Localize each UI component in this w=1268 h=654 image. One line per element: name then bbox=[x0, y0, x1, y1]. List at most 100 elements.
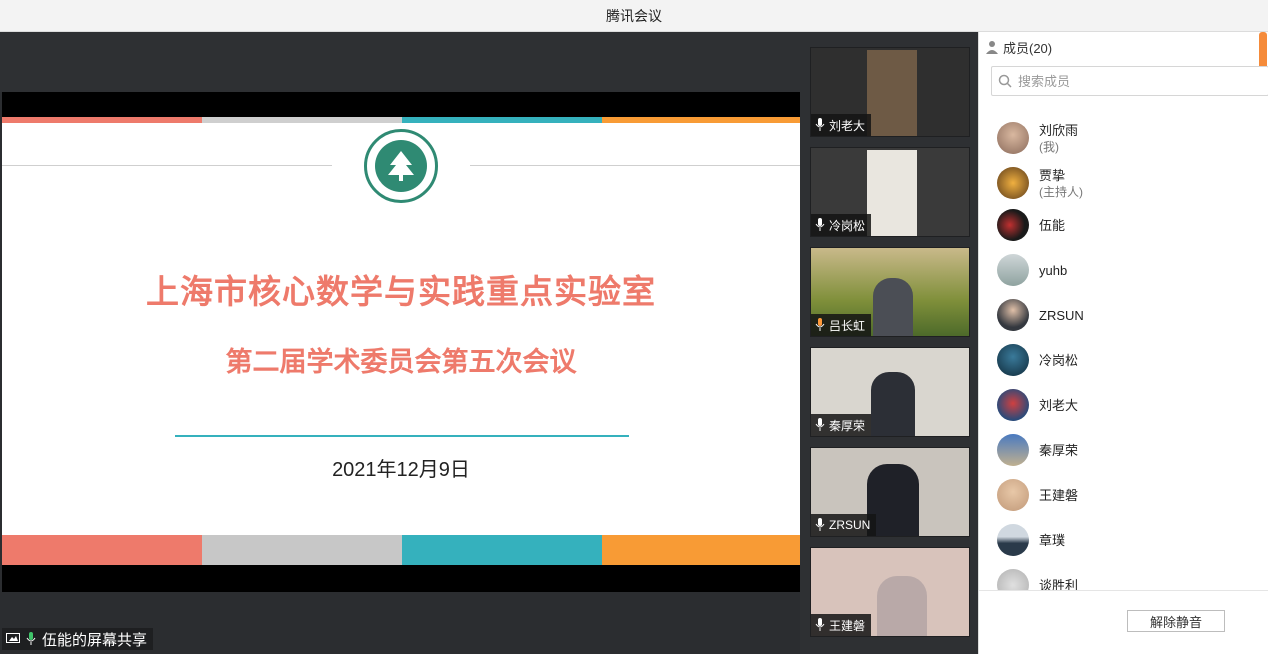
participant-video bbox=[871, 372, 915, 436]
video-name: 刘老大 bbox=[829, 118, 866, 133]
mic-icon bbox=[24, 632, 38, 646]
video-name: 王建磐 bbox=[829, 618, 866, 633]
list-item[interactable]: 秦厚荣 bbox=[997, 430, 1078, 470]
video-name-tag: 刘老大 bbox=[811, 114, 872, 136]
screen-share-text: 伍能的屏幕共享 bbox=[42, 631, 148, 649]
avatar bbox=[997, 299, 1029, 331]
member-name: 王建磐 bbox=[1039, 487, 1079, 503]
list-item[interactable]: ZRSUN bbox=[997, 295, 1084, 335]
mic-icon bbox=[815, 218, 825, 231]
window-title: 腾讯会议 bbox=[606, 7, 662, 24]
video-name-tag: 冷岗松 bbox=[811, 214, 872, 236]
slide-top-bar-gray bbox=[202, 117, 402, 123]
screen-share-icon bbox=[6, 632, 20, 646]
screen-share-label: 伍能的屏幕共享 bbox=[2, 628, 154, 650]
slide-bottom-bar-orange bbox=[602, 535, 800, 565]
member-search-box[interactable] bbox=[991, 66, 1268, 96]
avatar bbox=[997, 254, 1029, 286]
meeting-window: 腾讯会议 上海市核心数学与实践重点实验室 第二届学术委员会第五次会议 2021年… bbox=[0, 0, 1268, 654]
slide-top-bar-teal bbox=[402, 117, 602, 123]
slide-bottom-bar-gray bbox=[202, 535, 402, 565]
member-role: (主持人) bbox=[1039, 184, 1083, 199]
video-name-tag: 秦厚荣 bbox=[811, 414, 872, 436]
video-name-tag: 王建磐 bbox=[811, 614, 872, 636]
members-header: 成员(20) bbox=[985, 38, 1052, 56]
member-name: 冷岗松 bbox=[1039, 352, 1079, 368]
mic-icon bbox=[815, 618, 825, 631]
video-name: ZRSUN bbox=[829, 518, 871, 532]
video-name: 秦厚荣 bbox=[829, 418, 866, 433]
member-name: 伍能 bbox=[1039, 217, 1066, 233]
slide-date: 2021年12月9日 bbox=[332, 459, 470, 481]
slide-sub-title: 第二届学术委员会第五次会议 bbox=[225, 347, 577, 377]
avatar bbox=[997, 167, 1029, 199]
avatar bbox=[997, 434, 1029, 466]
list-item[interactable]: 章璞 bbox=[997, 520, 1065, 560]
stage-top-area bbox=[0, 32, 800, 92]
list-item[interactable]: 王建磐 bbox=[997, 475, 1078, 515]
video-name: 冷岗松 bbox=[829, 218, 866, 233]
avatar bbox=[997, 344, 1029, 376]
member-name: 贾挚 bbox=[1039, 167, 1066, 183]
shared-screen-area: 上海市核心数学与实践重点实验室 第二届学术委员会第五次会议 2021年12月9日… bbox=[0, 32, 800, 654]
avatar bbox=[997, 122, 1029, 154]
avatar bbox=[997, 389, 1029, 421]
tree-icon bbox=[375, 140, 427, 192]
member-name: 秦厚荣 bbox=[1039, 442, 1079, 458]
mic-icon bbox=[815, 518, 825, 531]
video-tile[interactable]: 冷岗松 bbox=[810, 147, 970, 237]
member-name: 谈胜利 bbox=[1039, 577, 1079, 591]
mic-icon bbox=[815, 118, 825, 131]
list-item[interactable]: 冷岗松 bbox=[997, 340, 1078, 380]
video-name-tag: 吕长虹 bbox=[811, 314, 872, 336]
slide-bottom-bar-teal bbox=[402, 535, 602, 565]
member-name: 刘欣雨 bbox=[1039, 122, 1079, 138]
panel-divider bbox=[979, 590, 1268, 591]
person-icon bbox=[986, 41, 998, 54]
video-tile[interactable]: 王建磐 bbox=[810, 547, 970, 637]
video-tile[interactable]: ZRSUN bbox=[810, 447, 970, 537]
video-tile[interactable]: 刘老大 bbox=[810, 47, 970, 137]
slide-main-title: 上海市核心数学与实践重点实验室 bbox=[146, 273, 656, 310]
list-item[interactable]: 刘老大 bbox=[997, 385, 1078, 425]
slide-rule-left bbox=[2, 165, 332, 166]
avatar bbox=[997, 209, 1029, 241]
participant-video bbox=[873, 278, 913, 336]
title-bar: 腾讯会议 bbox=[0, 0, 1268, 32]
presentation-slide: 上海市核心数学与实践重点实验室 第二届学术委员会第五次会议 2021年12月9日 bbox=[2, 92, 800, 592]
university-logo bbox=[364, 129, 438, 203]
participant-video bbox=[877, 576, 927, 636]
slide-top-bar-red bbox=[2, 117, 202, 123]
member-role: (我) bbox=[1039, 139, 1059, 154]
video-tile-column[interactable]: 刘老大 冷岗松 吕长虹 秦厚荣 ZRSUN 王建磐 bbox=[800, 32, 978, 654]
list-item[interactable]: yuhb bbox=[997, 250, 1067, 290]
mic-icon bbox=[815, 418, 825, 431]
list-item[interactable]: 谈胜利 bbox=[997, 565, 1078, 590]
mic-icon bbox=[815, 318, 825, 331]
video-tile[interactable]: 秦厚荣 bbox=[810, 347, 970, 437]
slide-top-bar-orange bbox=[602, 117, 800, 123]
list-item[interactable]: 伍能 bbox=[997, 205, 1065, 245]
member-list[interactable]: 刘欣雨 (我) 贾挚 (主持人) 伍能 yuhb ZRSUN 冷岗松 刘老大 秦… bbox=[979, 110, 1259, 590]
member-name: yuhb bbox=[1039, 262, 1068, 278]
avatar bbox=[997, 479, 1029, 511]
members-count: 成员(20) bbox=[1003, 40, 1053, 56]
slide-rule-right bbox=[470, 165, 800, 166]
video-name-tag: ZRSUN bbox=[811, 514, 877, 536]
participant-video bbox=[867, 50, 917, 136]
unmute-button[interactable]: 解除静音 bbox=[1127, 610, 1225, 632]
slide-bottom-bar-red bbox=[2, 535, 202, 565]
slide-divider bbox=[175, 435, 629, 437]
member-search-input[interactable] bbox=[1018, 73, 1248, 89]
avatar bbox=[997, 524, 1029, 556]
member-name: ZRSUN bbox=[1039, 307, 1084, 323]
video-tile[interactable]: 吕长虹 bbox=[810, 247, 970, 337]
avatar bbox=[997, 569, 1029, 590]
video-name: 吕长虹 bbox=[829, 318, 866, 333]
search-icon bbox=[998, 74, 1012, 88]
list-item[interactable]: 刘欣雨 (我) bbox=[997, 118, 1078, 158]
member-name: 刘老大 bbox=[1039, 397, 1079, 413]
list-item[interactable]: 贾挚 (主持人) bbox=[997, 163, 1083, 203]
slide-content: 上海市核心数学与实践重点实验室 第二届学术委员会第五次会议 2021年12月9日 bbox=[2, 117, 800, 565]
member-name: 章璞 bbox=[1039, 532, 1066, 548]
